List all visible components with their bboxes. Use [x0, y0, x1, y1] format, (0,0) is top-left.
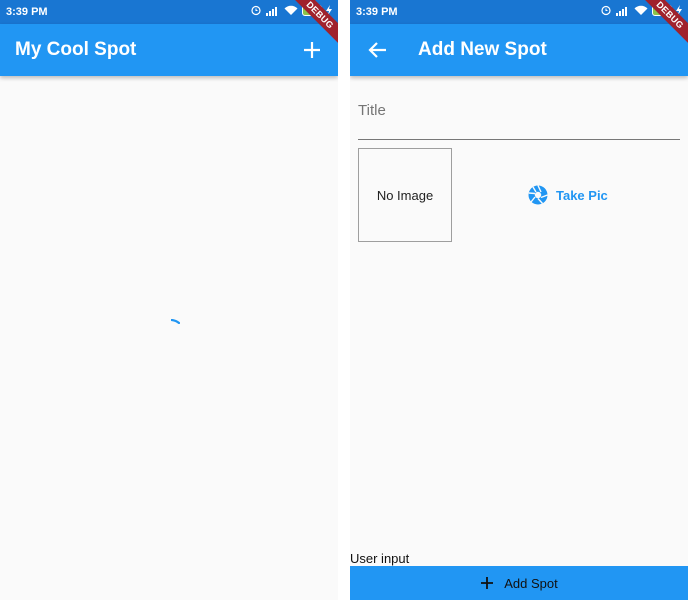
add-spot-button[interactable]: Add Spot — [350, 566, 688, 600]
take-pic-button[interactable]: Take Pic — [528, 184, 608, 206]
page-title: My Cool Spot — [15, 39, 137, 60]
title-input[interactable] — [358, 96, 680, 119]
app-bar: My Cool Spot — [0, 24, 338, 76]
status-bar: 3:39 PM 98 — [350, 0, 688, 24]
signal-icon — [266, 6, 277, 16]
status-time: 3:39 PM — [6, 6, 48, 18]
home-screen: 3:39 PM 98 My Cool Spot — [0, 0, 338, 600]
app-bar: Add New Spot — [350, 24, 688, 76]
arrow-back-icon[interactable] — [366, 38, 390, 62]
wifi-icon — [284, 5, 298, 15]
loading-spinner — [171, 319, 180, 324]
alarm-icon — [601, 5, 611, 16]
plus-icon — [481, 577, 494, 589]
status-time: 3:39 PM — [356, 6, 398, 18]
camera-shutter-icon — [528, 185, 548, 205]
take-pic-label: Take Pic — [556, 187, 608, 203]
add-spot-screen: 3:39 PM 98 Add New Spot — [350, 0, 688, 600]
user-input-label: User input — [350, 551, 410, 566]
no-image-label: No Image — [376, 187, 434, 203]
status-bar: 3:39 PM 98 — [0, 0, 338, 24]
page-title: Add New Spot — [418, 39, 547, 60]
plus-icon[interactable] — [300, 38, 324, 62]
title-field[interactable] — [358, 96, 680, 140]
add-spot-label: Add Spot — [504, 575, 558, 591]
wifi-icon — [634, 5, 648, 15]
image-preview: No Image — [358, 148, 452, 242]
alarm-icon — [251, 5, 261, 16]
signal-icon — [616, 6, 627, 16]
